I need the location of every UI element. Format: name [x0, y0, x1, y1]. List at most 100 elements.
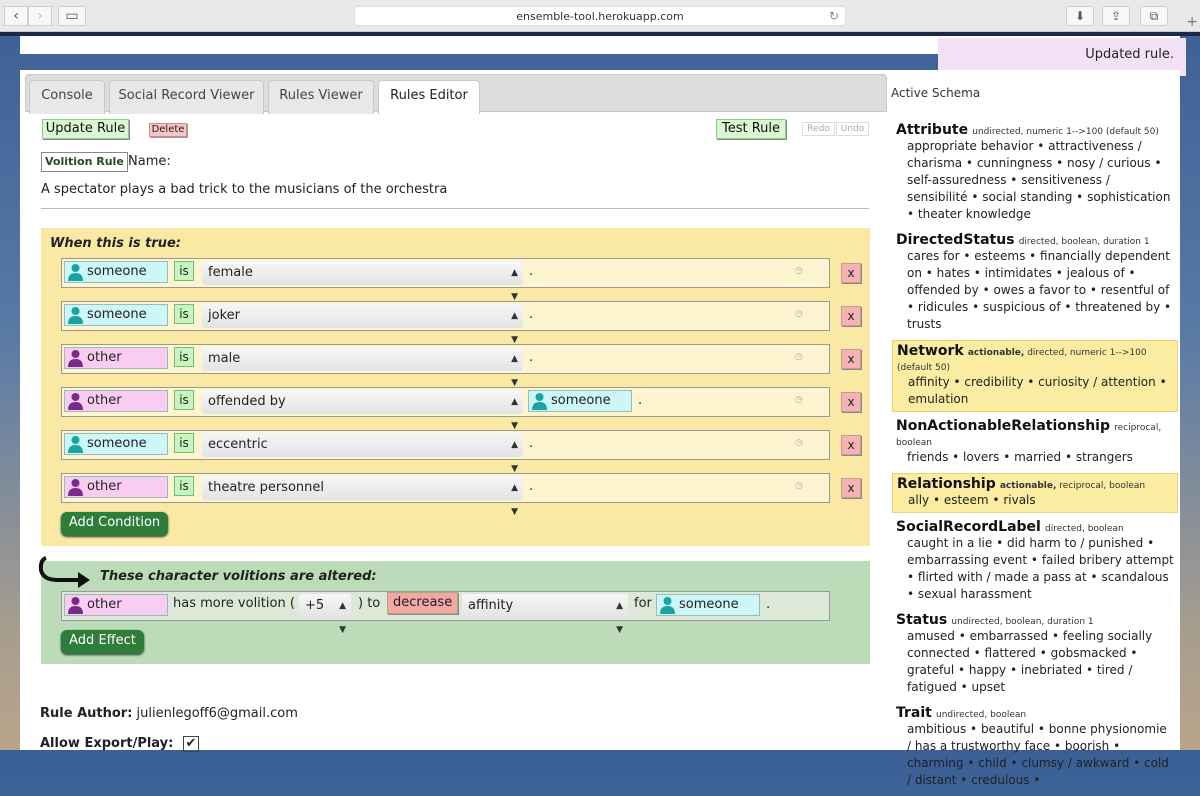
direction-toggle[interactable]: decrease: [387, 592, 459, 614]
is-toggle[interactable]: is: [174, 304, 194, 324]
rule-author: Rule Author: julienlegoff6@gmail.com: [40, 706, 298, 721]
new-tab-icon[interactable]: +: [1186, 14, 1198, 30]
predicate-select[interactable]: offended by ▲ ▼: [202, 390, 523, 431]
remove-condition-button[interactable]: x: [841, 349, 861, 369]
predicate-select[interactable]: male ▲ ▼: [202, 347, 523, 388]
is-toggle[interactable]: is: [174, 347, 194, 367]
clock-icon[interactable]: ◷: [795, 438, 803, 448]
character-slot[interactable]: other: [64, 594, 168, 616]
schema-category-name: Relationship: [897, 476, 996, 492]
is-toggle[interactable]: is: [174, 261, 194, 281]
downloads-icon[interactable]: ⬇: [1066, 6, 1094, 26]
schema-category-name: Status: [896, 612, 948, 628]
forward-icon[interactable]: ›: [28, 6, 52, 26]
effect-text-prefix: has more volition (: [173, 596, 295, 611]
character-slot[interactable]: other: [64, 476, 168, 498]
character-name: someone: [87, 307, 147, 322]
clock-icon[interactable]: ◷: [795, 266, 803, 276]
back-icon[interactable]: ‹: [4, 6, 28, 26]
clock-icon[interactable]: ◷: [795, 352, 803, 362]
notification-text: Updated rule.: [1085, 47, 1174, 62]
clock-icon[interactable]: ◷: [795, 395, 803, 405]
schema-category-items: amused • embarrassed • feeling socially …: [907, 629, 1153, 694]
url-text: ensemble-tool.herokuapp.com: [516, 10, 684, 23]
person-icon: [68, 436, 83, 453]
active-schema-list: Attribute undirected, numeric 1-->100 (d…: [892, 120, 1178, 796]
character-slot[interactable]: other: [64, 390, 168, 412]
condition-row: someone is eccentric ▲ ▼ . ◷: [61, 430, 830, 474]
person-icon: [532, 393, 547, 410]
schema-category-items: affinity • credibility • curiosity / att…: [908, 375, 1167, 406]
character-slot[interactable]: someone: [64, 304, 168, 326]
schema-category-name: Trait: [896, 705, 932, 721]
allow-export-label: Allow Export/Play:: [40, 736, 174, 751]
tab-social-record-viewer[interactable]: Social Record Viewer: [109, 80, 264, 114]
schema-category: Relationship actionable, reciprocal, boo…: [892, 473, 1178, 513]
predicate-select[interactable]: eccentric ▲ ▼: [202, 433, 523, 474]
predicate-select[interactable]: female ▲ ▼: [202, 261, 523, 302]
tab-rules-editor[interactable]: Rules Editor: [378, 80, 480, 114]
character-name: other: [87, 479, 122, 494]
is-toggle[interactable]: is: [174, 433, 194, 453]
add-condition-button[interactable]: Add Condition: [61, 512, 168, 536]
browser-toolbar: ‹ › ▭ ensemble-tool.herokuapp.com ↻ ⬇ ⇪ …: [0, 0, 1200, 32]
remove-condition-button[interactable]: x: [841, 478, 861, 498]
schema-category-meta: undirected, numeric 1-->100 (default 50): [972, 127, 1159, 137]
schema-category-items: appropriate behavior • attractiveness / …: [907, 139, 1171, 221]
add-effect-button[interactable]: Add Effect: [61, 630, 144, 654]
person-icon: [68, 393, 83, 410]
share-icon[interactable]: ⇪: [1102, 6, 1130, 26]
character-name: someone: [551, 393, 611, 408]
predicate-value: female: [208, 265, 253, 280]
tab-label: Rules Editor: [390, 88, 468, 103]
remove-condition-button[interactable]: x: [841, 306, 861, 326]
character-slot[interactable]: someone: [64, 433, 168, 455]
curved-arrow-icon: [38, 556, 90, 588]
delete-button[interactable]: Delete: [149, 123, 187, 137]
is-toggle[interactable]: is: [174, 390, 194, 410]
rule-name-text[interactable]: A spectator plays a bad trick to the mus…: [41, 182, 447, 197]
predicate-value: offended by: [208, 394, 286, 409]
clock-icon[interactable]: ◷: [795, 309, 803, 319]
character-slot[interactable]: other: [64, 347, 168, 369]
tab-console[interactable]: Console: [29, 80, 105, 114]
effect-row: other has more volition ( +5 ▲ ▼ ) to decr…: [61, 591, 830, 635]
actionable-flag: actionable,: [967, 348, 1025, 358]
redo-button[interactable]: Redo: [802, 122, 835, 136]
reload-icon[interactable]: ↻: [829, 7, 839, 26]
character-name: other: [87, 350, 122, 365]
schema-category: DirectedStatus directed, boolean, durati…: [892, 230, 1178, 336]
person-icon: [68, 307, 83, 324]
predicate-value: joker: [208, 308, 240, 323]
tabs-overview-icon[interactable]: ⧉: [1140, 6, 1168, 26]
predicate-select[interactable]: theatre personnel ▲ ▼: [202, 476, 523, 517]
remove-condition-button[interactable]: x: [841, 435, 861, 455]
character-name: someone: [87, 264, 147, 279]
is-toggle[interactable]: is: [174, 476, 194, 496]
rule-type-badge[interactable]: Volition Rule: [41, 152, 128, 172]
tab-rules-viewer[interactable]: Rules Viewer: [268, 80, 374, 114]
schema-category-name: Network: [897, 343, 964, 359]
remove-condition-button[interactable]: x: [841, 263, 861, 283]
tab-label: Rules Viewer: [279, 88, 363, 103]
undo-button[interactable]: Undo: [836, 122, 869, 136]
test-rule-button[interactable]: Test Rule: [716, 119, 786, 139]
schema-category-meta: undirected, boolean, duration 1: [951, 617, 1094, 627]
remove-condition-button[interactable]: x: [841, 392, 861, 412]
update-rule-button[interactable]: Update Rule: [42, 119, 129, 139]
divider: [41, 208, 869, 209]
for-label: for: [634, 596, 652, 611]
condition-row: someone is joker ▲ ▼ . ◷: [61, 301, 830, 345]
effects-panel: These character volitions are altered: o…: [38, 556, 870, 664]
sidebar-toggle-icon[interactable]: ▭: [58, 6, 86, 26]
volition-amount-select[interactable]: +5 ▲ ▼: [299, 594, 351, 635]
schema-category-items: ally • esteem • rivals: [908, 493, 1036, 507]
target-character-slot[interactable]: someone: [528, 390, 632, 412]
clock-icon[interactable]: ◷: [795, 481, 803, 491]
address-bar[interactable]: ensemble-tool.herokuapp.com ↻: [354, 6, 846, 26]
target-character-slot[interactable]: someone: [656, 594, 760, 616]
character-slot[interactable]: someone: [64, 261, 168, 283]
schema-category-items: caught in a lie • did harm to / punished…: [907, 536, 1174, 601]
predicate-select[interactable]: joker ▲ ▼: [202, 304, 523, 345]
effect-predicate-select[interactable]: affinity ▲ ▼: [462, 594, 628, 635]
